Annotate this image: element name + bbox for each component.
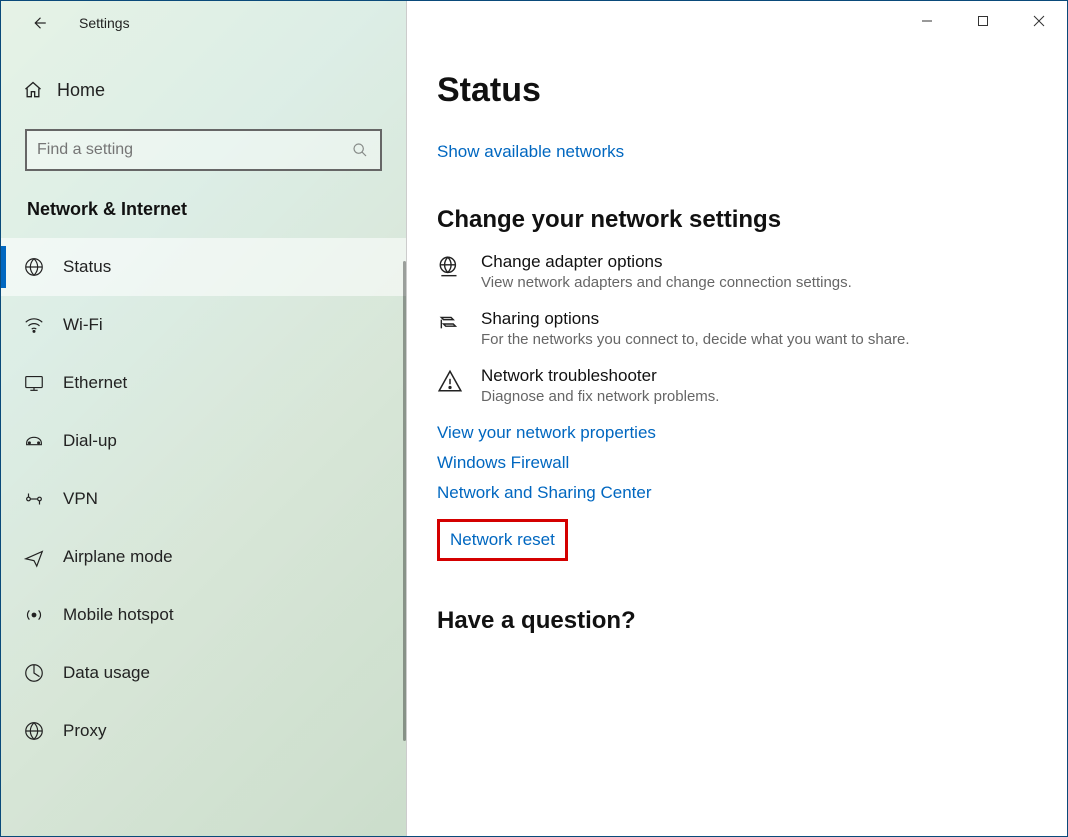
home-icon	[23, 80, 43, 100]
sidebar-item-proxy[interactable]: Proxy	[1, 702, 406, 760]
close-button[interactable]	[1011, 1, 1067, 41]
dialup-icon	[23, 430, 45, 452]
link-show-networks[interactable]: Show available networks	[437, 142, 624, 162]
sidebar-item-label: Mobile hotspot	[63, 605, 174, 625]
section-have-question: Have a question?	[437, 607, 1067, 635]
arrow-left-icon	[30, 14, 48, 32]
sidebar: Settings Home Network & Internet	[1, 1, 407, 836]
sidebar-item-label: Proxy	[63, 721, 106, 741]
data-usage-icon	[23, 662, 45, 684]
proxy-icon	[23, 720, 45, 742]
option-title: Sharing options	[481, 309, 910, 329]
sidebar-item-label: Status	[63, 257, 111, 277]
sidebar-item-dialup[interactable]: Dial-up	[1, 412, 406, 470]
sidebar-nav: Status Wi-Fi Eth	[1, 238, 406, 760]
close-icon	[1033, 15, 1045, 27]
sharing-icon	[437, 311, 463, 337]
sidebar-item-data-usage[interactable]: Data usage	[1, 644, 406, 702]
link-sharing-center[interactable]: Network and Sharing Center	[437, 483, 1067, 503]
link-windows-firewall[interactable]: Windows Firewall	[437, 453, 1067, 473]
option-desc: For the networks you connect to, decide …	[481, 331, 910, 348]
section-change-settings: Change your network settings	[437, 206, 1067, 234]
links-stack: View your network properties Windows Fir…	[437, 423, 1067, 561]
option-desc: Diagnose and fix network problems.	[481, 388, 719, 405]
sidebar-item-label: VPN	[63, 489, 98, 509]
sidebar-item-hotspot[interactable]: Mobile hotspot	[1, 586, 406, 644]
sidebar-item-airplane[interactable]: Airplane mode	[1, 528, 406, 586]
maximize-icon	[977, 15, 989, 27]
back-button[interactable]	[23, 7, 55, 39]
option-title: Change adapter options	[481, 252, 852, 272]
vpn-icon	[23, 488, 45, 510]
sidebar-scrollbar[interactable]	[403, 261, 406, 741]
titlebar: Settings	[1, 1, 406, 45]
globe-icon	[23, 256, 45, 278]
search-icon	[352, 142, 368, 158]
sidebar-item-ethernet[interactable]: Ethernet	[1, 354, 406, 412]
search-box[interactable]	[25, 129, 382, 171]
sidebar-item-wifi[interactable]: Wi-Fi	[1, 296, 406, 354]
hotspot-icon	[23, 604, 45, 626]
minimize-icon	[921, 15, 933, 27]
option-title: Network troubleshooter	[481, 366, 719, 386]
adapter-icon	[437, 254, 463, 280]
minimize-button[interactable]	[899, 1, 955, 41]
airplane-icon	[23, 546, 45, 568]
option-sharing[interactable]: Sharing options For the networks you con…	[437, 309, 1067, 348]
option-troubleshooter[interactable]: Network troubleshooter Diagnose and fix …	[437, 366, 1067, 405]
option-adapter[interactable]: Change adapter options View network adap…	[437, 252, 1067, 291]
main-content: Status Show available networks Change yo…	[407, 1, 1067, 836]
sidebar-item-label: Wi-Fi	[63, 315, 103, 335]
sidebar-item-label: Airplane mode	[63, 547, 173, 567]
link-network-properties[interactable]: View your network properties	[437, 423, 1067, 443]
search-input[interactable]	[37, 141, 350, 159]
sidebar-item-label: Ethernet	[63, 373, 127, 393]
link-network-reset[interactable]: Network reset	[450, 530, 555, 550]
maximize-button[interactable]	[955, 1, 1011, 41]
home-label: Home	[57, 80, 105, 101]
sidebar-item-status[interactable]: Status	[1, 238, 406, 296]
settings-window: Settings Home Network & Internet	[1, 1, 1067, 836]
sidebar-item-label: Data usage	[63, 663, 150, 683]
sidebar-category: Network & Internet	[27, 199, 406, 220]
warning-icon	[437, 368, 463, 394]
highlight-network-reset: Network reset	[437, 519, 568, 561]
home-nav[interactable]: Home	[1, 63, 406, 117]
sidebar-item-label: Dial-up	[63, 431, 117, 451]
page-title: Status	[437, 71, 1067, 110]
option-desc: View network adapters and change connect…	[481, 274, 852, 291]
window-controls	[899, 1, 1067, 41]
wifi-icon	[23, 314, 45, 336]
sidebar-item-vpn[interactable]: VPN	[1, 470, 406, 528]
ethernet-icon	[23, 372, 45, 394]
window-title: Settings	[79, 15, 130, 31]
